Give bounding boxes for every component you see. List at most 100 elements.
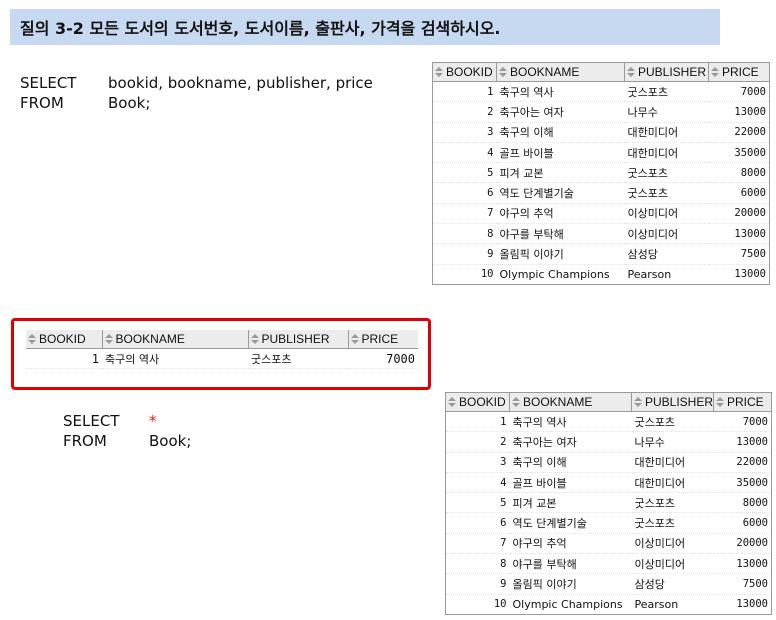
from-table: Book; [108,94,151,112]
cell-bookname: 축구의 역사 [509,411,632,433]
result-table-first-row: BOOKID BOOKNAME PUBLISHER PRICE 1 축구의 역사 굿스포츠 7… [26,330,418,370]
cell-bookname: 축구의 역사 [496,81,625,103]
column-header-label: PUBLISHER [638,65,707,79]
table-row: 10 Olympic Champions Pearson 13000 [432,264,770,285]
cell-publisher: Pearson [624,264,709,285]
select-star: * [149,412,157,430]
column-header-price[interactable]: PRICE [713,392,772,412]
cell-bookid: 4 [445,472,510,494]
sort-icon[interactable] [104,334,113,344]
sort-icon[interactable] [716,397,724,407]
cell-price: 6000 [713,512,772,534]
cell-bookname: 야구를 부탁해 [496,223,625,245]
page-title: 질의 3-2 모든 도서의 도서번호, 도서이름, 출판사, 가격을 검색하시오… [10,9,720,45]
cell-bookname: Olympic Champions [496,264,625,285]
cell-price: 7000 [708,81,770,103]
table-row: 9 올림픽 이야기 삼성당 7500 [432,243,770,265]
cell-price: 13000 [713,431,772,453]
column-header-bookid[interactable]: BOOKID [432,62,497,82]
sort-icon[interactable] [711,67,719,77]
cell-publisher: 대한미디어 [631,452,714,473]
cell-price: 35000 [708,142,770,164]
cell-bookid: 7 [445,533,510,555]
column-header-label: PRICE [722,65,759,79]
cell-bookid: 10 [445,594,510,615]
cell-publisher: 이상미디어 [624,223,709,245]
cell-bookname: 골프 바이블 [496,142,625,164]
cell-price: 8000 [708,162,770,184]
sort-icon[interactable] [512,397,520,407]
from-clause: FROM Book; [63,431,191,451]
cell-publisher: 이상미디어 [624,203,709,225]
cell-bookid: 2 [432,101,497,123]
column-header-bookname[interactable]: BOOKNAME [509,392,632,412]
cell-bookid: 1 [432,81,497,103]
column-header-price[interactable]: PRICE [708,62,770,82]
cell-publisher: 삼성당 [624,243,709,265]
select-columns: bookid, bookname, publisher, price [108,74,373,92]
cell-publisher: 굿스포츠 [624,81,709,103]
cell-publisher: 나무수 [624,101,709,123]
cell-publisher: 대한미디어 [624,142,709,164]
cell-price: 20000 [708,203,770,225]
cell-price: 6000 [708,182,770,204]
sort-icon[interactable] [634,397,642,407]
cell-price: 8000 [713,492,772,514]
column-header-bookname[interactable]: BOOKNAME [102,330,249,349]
cell-bookid: 5 [432,162,497,184]
sort-icon[interactable] [499,67,507,77]
column-header-publisher[interactable]: PUBLISHER [631,392,714,412]
cell-bookname: 야구의 추억 [496,203,625,225]
column-header-bookname[interactable]: BOOKNAME [496,62,625,82]
cell-bookname: 올림픽 이야기 [509,573,632,595]
table-row: 1 축구의 역사 굿스포츠 7000 [26,348,418,370]
cell-publisher: 이상미디어 [631,533,714,555]
column-header-label: PRICE [727,395,764,409]
select-keyword: SELECT [63,412,120,430]
sort-icon[interactable] [435,67,443,77]
from-keyword: FROM [63,432,107,450]
cell-price: 22000 [708,122,770,143]
table-row: 5 피겨 교본 굿스포츠 8000 [432,162,770,184]
cell-publisher: Pearson [631,594,714,615]
cell-publisher: 굿스포츠 [631,492,714,514]
sort-icon[interactable] [448,397,456,407]
column-header-publisher[interactable]: PUBLISHER [624,62,709,82]
cell-bookid: 1 [445,411,510,433]
cell-bookname: 축구의 이해 [496,122,625,143]
result-table-full: BOOKID BOOKNAME PUBLISHER PRICE 1 축구의 역사 굿스포츠 7… [432,62,770,285]
cell-bookname: 야구를 부탁해 [509,553,632,575]
sort-icon[interactable] [28,334,36,344]
table-row: 8 야구를 부탁해 이상미디어 13000 [432,223,770,245]
table-row: 10 Olympic Champions Pearson 13000 [445,594,772,615]
cell-publisher: 대한미디어 [631,472,714,494]
page-title-text: 질의 3-2 모든 도서의 도서번호, 도서이름, 출판사, 가격을 검색하시오… [20,19,501,38]
cell-bookid: 6 [432,182,497,204]
cell-bookid: 3 [445,452,510,473]
column-header-publisher[interactable]: PUBLISHER [248,330,349,349]
column-header-bookid[interactable]: BOOKID [26,330,103,349]
table-row: 4 골프 바이블 대한미디어 35000 [432,142,770,164]
sort-icon[interactable] [250,334,259,344]
column-header-bookid[interactable]: BOOKID [445,392,510,412]
cell-bookid: 10 [432,264,497,285]
header-row: BOOKID BOOKNAME PUBLISHER PRICE [26,330,418,349]
cell-bookname: 축구아는 여자 [496,101,625,123]
table-row: 7 야구의 추억 이상미디어 20000 [432,203,770,225]
sort-icon[interactable] [350,334,359,344]
cell-bookname: 올림픽 이야기 [496,243,625,265]
table-row: 3 축구의 이해 대한미디어 22000 [432,122,770,143]
cell-price: 22000 [713,452,772,473]
cell-bookid: 8 [445,553,510,575]
cell-publisher: 굿스포츠 [624,182,709,204]
cell-bookid: 7 [432,203,497,225]
cell-publisher: 굿스포츠 [248,348,348,370]
table-row: 4 골프 바이블 대한미디어 35000 [445,472,772,494]
cell-bookid: 4 [432,142,497,164]
table-row: 8 야구를 부탁해 이상미디어 13000 [445,553,772,575]
column-header-price[interactable]: PRICE [348,330,418,349]
cell-bookid: 8 [432,223,497,245]
table-row: 2 축구아는 여자 나무수 13000 [432,101,770,123]
sort-icon[interactable] [627,67,635,77]
cell-publisher: 굿스포츠 [624,162,709,184]
